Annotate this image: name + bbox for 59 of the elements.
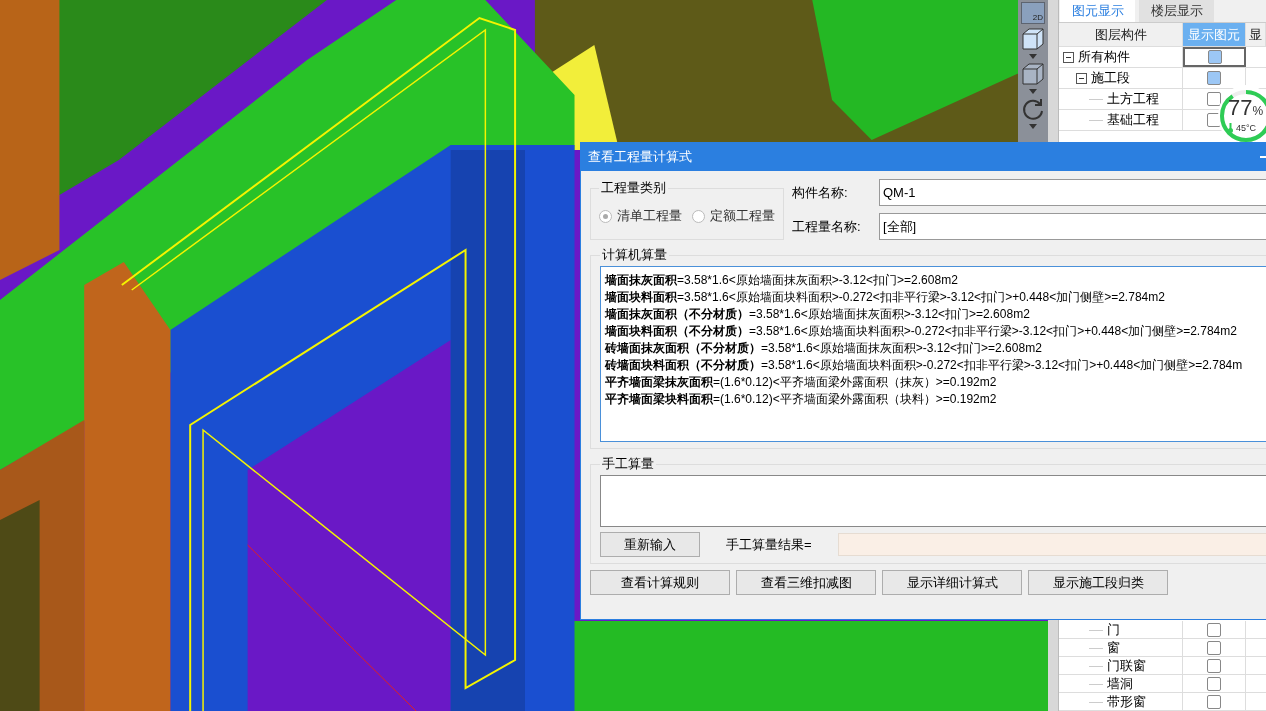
formula-line: 平齐墙面梁块料面积=(1.6*0.12)<平齐墙面梁外露面积（块料）>=0.192m2	[605, 391, 998, 408]
tree-item[interactable]: 窗	[1107, 639, 1120, 657]
input-field[interactable]	[600, 475, 1266, 527]
usage-unit: %	[1252, 104, 1264, 118]
action-button[interactable]: 显示详细计算式	[882, 570, 1022, 595]
cube-icon[interactable]	[1020, 61, 1046, 87]
tree-item[interactable]: 基础工程	[1107, 111, 1159, 129]
checkbox[interactable]	[1207, 659, 1221, 673]
caret-icon[interactable]	[1029, 54, 1037, 59]
collapse-toggle[interactable]	[1076, 72, 1087, 84]
input-field[interactable]: [全部]	[879, 213, 1266, 240]
formula-line: 砖墙面块料面积（不分材质）=3.58*1.6<原始墙面块料面积>-0.272<扣非平行梁>-3.12<扣门>+0.448<加门侧壁>=2.784m	[605, 357, 1244, 374]
field-label: 手工算量结果=	[726, 535, 812, 554]
result-field[interactable]	[837, 533, 1266, 556]
tab[interactable]: 图元显示	[1060, 0, 1135, 22]
checkbox[interactable]	[1207, 695, 1221, 709]
tree-item[interactable]: 带形窗	[1107, 693, 1146, 711]
formula-line: 墙面块料面积（不分材质）=3.58*1.6<原始墙面块料面积>-0.272<扣非平行梁>-3.12<扣门>+0.448<加门侧壁>=2.784m2	[605, 323, 1238, 340]
action-button[interactable]: 查看计算规则	[590, 570, 730, 595]
action-button[interactable]: 查看三维扣减图	[736, 570, 876, 595]
cube-icon[interactable]	[1020, 26, 1046, 52]
view-mode-button[interactable]: 2D	[1021, 2, 1045, 24]
tree-item[interactable]: 墙洞	[1107, 675, 1133, 693]
collapse-toggle[interactable]	[1063, 51, 1074, 63]
caret-icon[interactable]	[1029, 89, 1037, 94]
thermometer-icon	[1228, 123, 1233, 133]
checkbox[interactable]	[1207, 50, 1222, 64]
tree-item[interactable]: 门	[1107, 621, 1120, 639]
checkbox[interactable]	[1207, 677, 1221, 691]
tab[interactable]: 楼层显示	[1139, 0, 1214, 22]
action-button[interactable]: 显示施工段归类	[1028, 570, 1168, 595]
field-label: 工程量名称:	[792, 217, 862, 236]
usage-value: 77	[1228, 95, 1253, 121]
formula-line: 平齐墙面梁抹灰面积=(1.6*0.12)<平齐墙面梁外露面积（抹灰）>=0.192m2	[605, 374, 998, 391]
tree-item[interactable]: 所有构件	[1078, 48, 1130, 66]
caret-icon[interactable]	[1029, 124, 1037, 129]
reset-button[interactable]: 重新输入	[600, 532, 700, 557]
temperature: 45°C	[1236, 123, 1257, 133]
formula-line: 墙面块料面积=3.58*1.6<原始墙面块料面积>-0.272<扣非平行梁>-3.12<扣门>+0.448<加门侧壁>=2.784m2	[605, 289, 1166, 306]
input-field[interactable]: QM-1	[879, 179, 1266, 206]
checkbox[interactable]	[1207, 92, 1221, 106]
formula-line: 墙面抹灰面积（不分材质）=3.58*1.6<原始墙面抹灰面积>-3.12<扣门>=2.608m2	[605, 306, 1031, 323]
column-header[interactable]: 显	[1246, 23, 1266, 47]
group-label: 工程量类别	[600, 179, 667, 197]
checkbox[interactable]	[1207, 113, 1221, 127]
tree-item[interactable]: 施工段	[1091, 69, 1130, 87]
checkbox[interactable]	[1207, 641, 1221, 655]
formula-line: 墙面抹灰面积=3.58*1.6<原始墙面抹灰面积>-3.12<扣门>=2.608m2	[605, 272, 959, 289]
dialog-title: 查看工程量计算式	[588, 148, 692, 166]
tree-item[interactable]: 门联窗	[1107, 657, 1146, 675]
group-label: 计算机算量	[601, 246, 668, 264]
checkbox[interactable]	[1207, 623, 1221, 637]
formula-line: 砖墙面抹灰面积（不分材质）=3.58*1.6<原始墙面抹灰面积>-3.12<扣门>=2.608m2	[605, 340, 1043, 357]
group-label: 手工算量	[601, 455, 655, 473]
tree-item[interactable]: 土方工程	[1107, 90, 1159, 108]
column-header[interactable]: 图层构件	[1059, 23, 1183, 47]
field-label: 构件名称:	[792, 183, 849, 202]
checkbox[interactable]	[1207, 71, 1221, 85]
rotate-icon[interactable]	[1020, 96, 1046, 122]
